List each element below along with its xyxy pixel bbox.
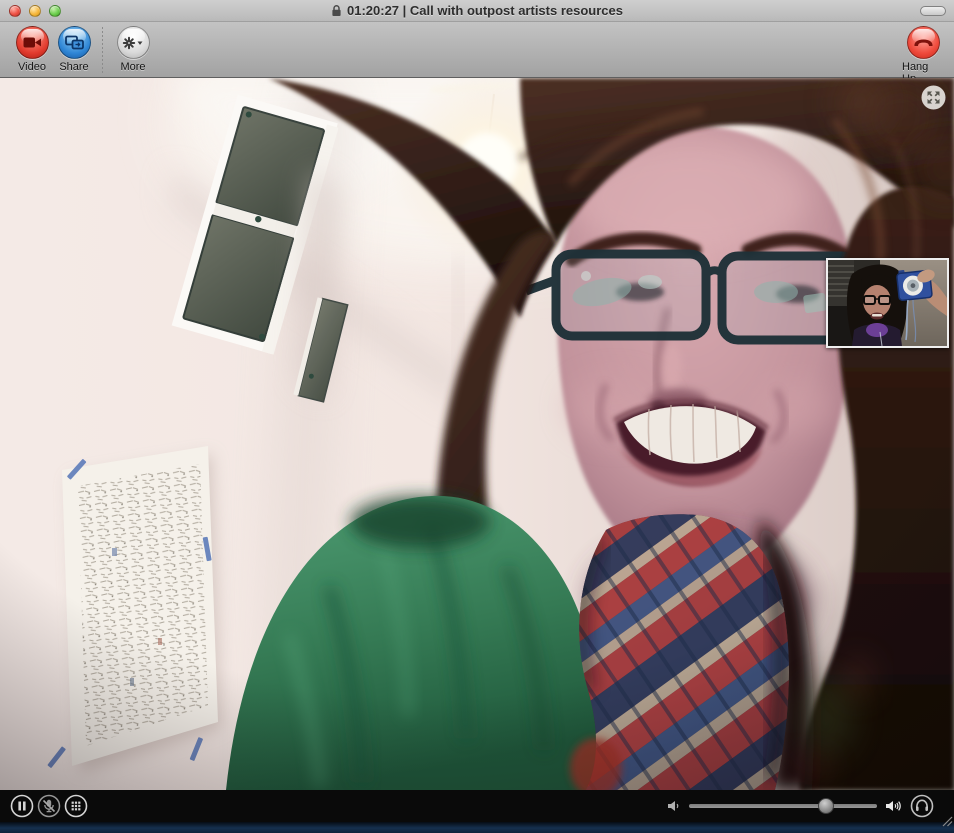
headphones-icon bbox=[910, 794, 934, 818]
toolbar-toggle-button[interactable] bbox=[920, 6, 946, 16]
toolbar-separator bbox=[102, 27, 103, 75]
window-bottom-strip bbox=[0, 822, 954, 833]
share-button[interactable]: Share bbox=[53, 26, 95, 73]
zoom-button[interactable] bbox=[49, 5, 61, 17]
close-button[interactable] bbox=[9, 5, 21, 17]
self-view-pip[interactable] bbox=[826, 258, 949, 348]
title-text: 01:20:27 | Call with outpost artists res… bbox=[346, 3, 623, 18]
lock-icon bbox=[332, 5, 341, 16]
video-button[interactable]: Video bbox=[11, 26, 53, 73]
dialpad-icon bbox=[64, 794, 88, 818]
control-bar-left bbox=[10, 794, 88, 818]
call-control-bar bbox=[0, 790, 954, 822]
handset-down-icon bbox=[913, 39, 933, 46]
video-button-label: Video bbox=[18, 61, 46, 73]
pause-button[interactable] bbox=[10, 794, 34, 818]
caret-down-icon bbox=[137, 41, 143, 45]
remote-video bbox=[0, 78, 954, 790]
volume-track[interactable] bbox=[689, 804, 877, 808]
mute-button[interactable] bbox=[37, 794, 61, 818]
volume-slider[interactable] bbox=[689, 796, 877, 816]
more-button[interactable]: More bbox=[112, 26, 154, 73]
self-view-scene bbox=[828, 260, 947, 346]
remote-video-scene bbox=[0, 78, 954, 790]
window-controls bbox=[9, 5, 61, 17]
resize-grip[interactable] bbox=[940, 814, 953, 827]
skype-call-window: 01:20:27 | Call with outpost artists res… bbox=[0, 0, 954, 833]
speaker-low-icon bbox=[668, 801, 679, 811]
toolbar-left-group: Video Share More bbox=[11, 26, 154, 75]
titlebar[interactable]: 01:20:27 | Call with outpost artists res… bbox=[0, 0, 954, 22]
window-title: 01:20:27 | Call with outpost artists res… bbox=[331, 3, 623, 18]
hang-up-button[interactable]: Hang Up bbox=[902, 26, 944, 85]
expand-arrows-icon bbox=[921, 85, 946, 110]
audio-device-button[interactable] bbox=[910, 794, 934, 818]
video-camera-icon bbox=[23, 37, 41, 48]
share-button-label: Share bbox=[59, 61, 89, 73]
volume-controls bbox=[667, 794, 934, 818]
minimize-button[interactable] bbox=[29, 5, 41, 17]
pause-icon bbox=[10, 794, 34, 818]
fullscreen-button[interactable] bbox=[920, 84, 947, 111]
dialpad-button[interactable] bbox=[64, 794, 88, 818]
volume-thumb[interactable] bbox=[818, 798, 835, 814]
vignette bbox=[0, 78, 954, 790]
gear-icon bbox=[122, 36, 143, 49]
toolbar: Video Share More Hang bbox=[0, 22, 954, 85]
speaker-high-icon bbox=[886, 801, 901, 811]
screen-share-icon bbox=[64, 35, 84, 50]
more-button-label: More bbox=[120, 61, 146, 73]
mic-muted-icon bbox=[37, 794, 61, 818]
